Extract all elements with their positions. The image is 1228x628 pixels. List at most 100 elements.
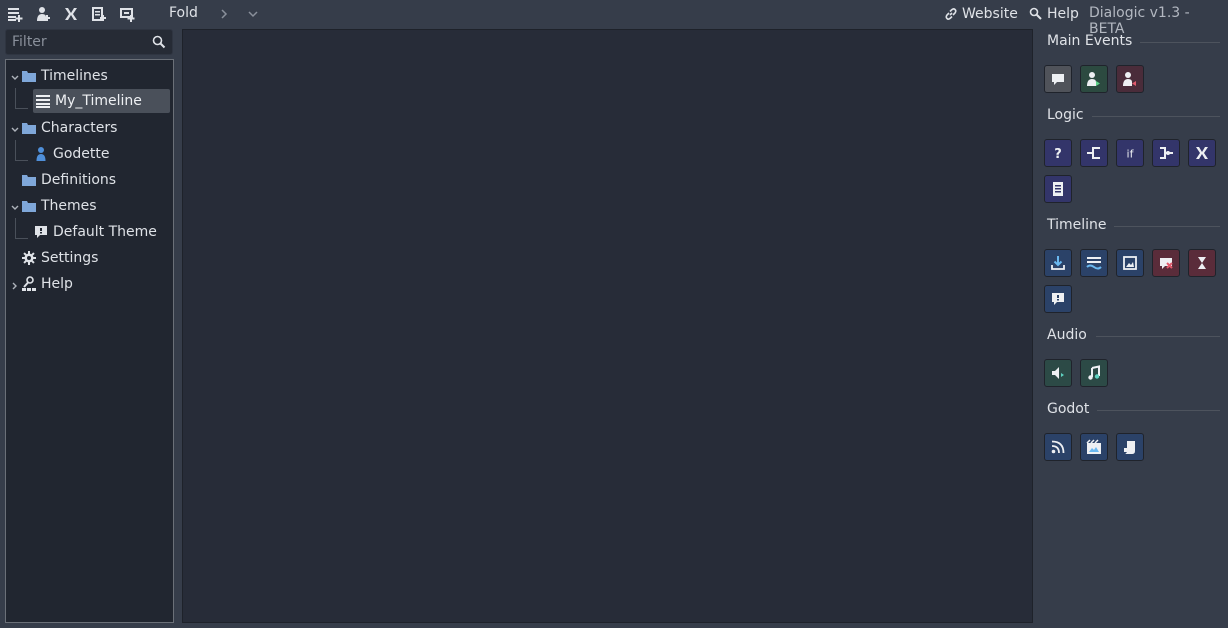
music-note-icon	[1086, 365, 1102, 381]
glossary-icon	[1050, 181, 1066, 197]
image-icon	[1122, 255, 1138, 271]
filter-field[interactable]	[5, 29, 173, 55]
tree-item-my-timeline[interactable]: My_Timeline	[33, 89, 170, 113]
tree-guide	[15, 218, 28, 239]
condition-event-button[interactable]: if	[1116, 139, 1144, 167]
tree-item-characters[interactable]: Characters	[21, 116, 117, 140]
tree-item-godette[interactable]: Godette	[33, 142, 110, 166]
set-value-event-button[interactable]	[1188, 139, 1216, 167]
help-label: Help	[1047, 6, 1079, 22]
svg-text:if: if	[1127, 148, 1135, 161]
change-timeline-button[interactable]	[1044, 249, 1072, 277]
section-timeline: Timeline	[1047, 217, 1107, 233]
change-scene-event-button[interactable]	[1080, 433, 1108, 461]
section-divider	[1114, 226, 1220, 227]
tree-item-themes[interactable]: Themes	[21, 194, 97, 218]
new-character-icon[interactable]	[35, 6, 51, 22]
website-label: Website	[962, 6, 1018, 22]
timeline-wave-icon	[1086, 255, 1102, 271]
tree-item-help[interactable]: Help	[21, 272, 73, 296]
download-icon	[1050, 255, 1066, 271]
tree-label: Definitions	[41, 172, 117, 188]
help-icon	[1029, 7, 1043, 21]
folder-icon	[21, 172, 37, 188]
tree-item-timelines[interactable]: Timelines	[21, 64, 108, 88]
expand-caret-icon[interactable]	[10, 279, 20, 290]
tree-label: Timelines	[41, 68, 108, 84]
speech-bubble-icon	[1050, 71, 1066, 87]
theme-bubble-icon	[1050, 291, 1066, 307]
section-divider	[1092, 116, 1220, 117]
tree-label: Help	[41, 276, 73, 292]
character-icon	[33, 146, 49, 162]
folder-icon	[21, 198, 37, 214]
section-audio: Audio	[1047, 327, 1087, 343]
choice-event-button[interactable]	[1080, 139, 1108, 167]
add-glossary-icon[interactable]	[119, 6, 135, 22]
set-glossary-event-button[interactable]	[1044, 175, 1072, 203]
link-icon	[944, 7, 958, 21]
search-icon[interactable]	[152, 35, 166, 49]
tree-guide	[15, 140, 28, 161]
filter-input[interactable]	[6, 30, 152, 54]
tree-label: Default Theme	[53, 224, 157, 240]
change-background-event-button[interactable]	[1080, 249, 1108, 277]
character-join-icon	[1086, 71, 1102, 87]
close-dialog-event-button[interactable]	[1152, 249, 1180, 277]
section-divider	[1140, 42, 1220, 43]
hourglass-icon	[1194, 255, 1210, 271]
tree-label: Themes	[41, 198, 97, 214]
tree-label: My_Timeline	[55, 93, 142, 109]
section-logic: Logic	[1047, 107, 1084, 123]
tree-label: Settings	[41, 250, 99, 266]
chevron-down-icon[interactable]	[246, 7, 260, 21]
section-godot: Godot	[1047, 401, 1090, 417]
wait-event-button[interactable]	[1188, 249, 1216, 277]
speaker-icon	[1050, 365, 1066, 381]
tree-item-definitions[interactable]: Definitions	[21, 168, 116, 192]
background-image-event-button[interactable]	[1116, 249, 1144, 277]
character-join-button[interactable]	[1080, 65, 1108, 93]
resource-tree: Timelines My_Timeline Characters Godette…	[5, 59, 174, 623]
tree-guide	[15, 88, 28, 109]
new-timeline-icon[interactable]	[7, 6, 23, 22]
call-node-event-button[interactable]	[1116, 433, 1144, 461]
end-branch-event-button[interactable]	[1152, 139, 1180, 167]
if-icon: if	[1122, 145, 1138, 161]
svg-text:?: ?	[1054, 147, 1062, 161]
background-music-event-button[interactable]	[1080, 359, 1108, 387]
top-toolbar: Fold Website Help Dialogic v1.3 - BETA	[0, 0, 1228, 37]
theme-icon	[33, 224, 49, 240]
collapse-caret-icon[interactable]	[10, 201, 20, 211]
section-divider	[1097, 410, 1220, 411]
audio-event-button[interactable]	[1044, 359, 1072, 387]
tree-item-default-theme[interactable]: Default Theme	[33, 220, 157, 244]
scene-icon	[1086, 439, 1102, 455]
question-event-button[interactable]: ?	[1044, 139, 1072, 167]
tree-item-settings[interactable]: Settings	[21, 246, 98, 270]
section-main-events: Main Events	[1047, 33, 1133, 49]
collapse-caret-icon[interactable]	[10, 71, 20, 81]
end-branch-icon	[1158, 145, 1174, 161]
new-definition-icon[interactable]	[63, 6, 79, 22]
chevron-right-icon[interactable]	[218, 7, 230, 21]
text-event-button[interactable]	[1044, 65, 1072, 93]
question-icon: ?	[1050, 145, 1066, 161]
signal-icon	[1050, 439, 1066, 455]
emit-signal-event-button[interactable]	[1044, 433, 1072, 461]
folder-icon	[21, 120, 37, 136]
collapse-caret-icon[interactable]	[10, 123, 20, 133]
fold-button[interactable]: Fold	[169, 5, 198, 21]
new-theme-icon[interactable]	[91, 6, 107, 22]
definition-icon	[1194, 145, 1210, 161]
editor-canvas[interactable]	[182, 29, 1033, 623]
close-dialog-icon	[1158, 255, 1174, 271]
website-link[interactable]: Website	[944, 5, 1018, 23]
help-link[interactable]: Help	[1029, 5, 1079, 23]
character-leave-button[interactable]	[1116, 65, 1144, 93]
tree-label: Characters	[41, 120, 118, 136]
set-theme-event-button[interactable]	[1044, 285, 1072, 313]
help-docs-icon	[21, 276, 37, 292]
section-divider	[1096, 336, 1220, 337]
folder-icon	[21, 68, 37, 84]
